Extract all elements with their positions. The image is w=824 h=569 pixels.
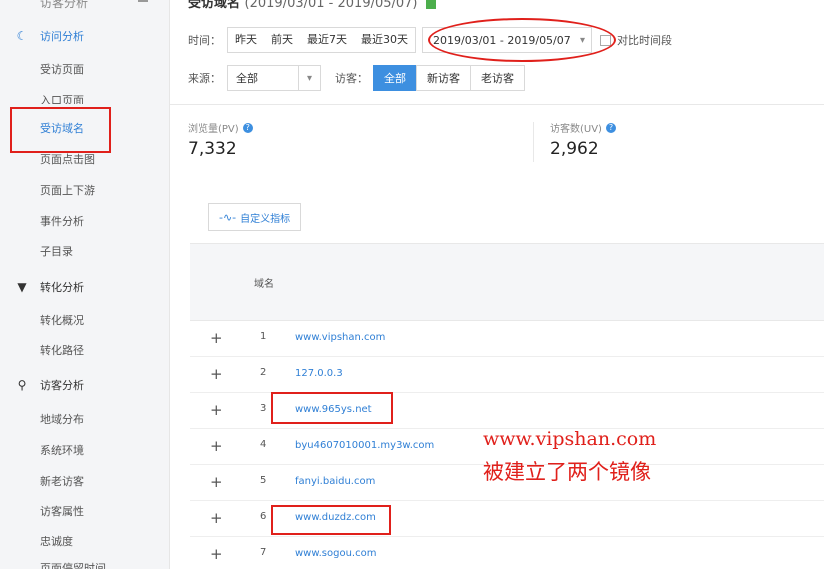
sidebar-item-region[interactable]: 地域分布 — [40, 411, 84, 429]
visitor-returning-button[interactable]: 老访客 — [470, 65, 525, 91]
domain-link[interactable]: www.vipshan.com — [295, 332, 385, 343]
row-index: 5 — [260, 475, 267, 486]
table-row: + 7 www.sogou.com — [190, 537, 824, 569]
metric-label: 浏览量(PV)? — [188, 120, 253, 135]
sidebar-section-conversion[interactable]: ▼ 转化分析 — [14, 277, 84, 297]
domain-link[interactable]: fanyi.baidu.com — [295, 476, 375, 487]
time-option-yesterday[interactable]: 昨天 — [228, 28, 264, 52]
crescent-icon: ☾ — [16, 29, 28, 43]
help-icon[interactable]: ? — [605, 122, 616, 133]
section-label: 访问分析 — [40, 30, 84, 43]
expand-icon[interactable]: + — [210, 474, 223, 490]
highlight-box — [271, 392, 393, 424]
annotation-line1: www.vipshan.com — [483, 428, 657, 450]
expand-icon[interactable]: + — [210, 330, 223, 346]
sidebar-item-new-returning[interactable]: 新老访客 — [40, 473, 84, 491]
expand-icon[interactable]: + — [210, 438, 223, 454]
sidebar-item-dwell-time[interactable]: 页面停留时间 — [40, 560, 106, 569]
sidebar-item-system-env[interactable]: 系统环境 — [40, 442, 84, 460]
page-title-range: (2019/03/01 - 2019/05/07) — [244, 0, 418, 11]
custom-metrics-button[interactable]: -∿- 自定义指标 — [208, 203, 302, 231]
annotation-line2: 被建立了两个镜像 — [483, 460, 651, 484]
compare-label: 对比时间段 — [617, 34, 672, 47]
sidebar-item-visited-pages[interactable]: 受访页面 — [40, 61, 84, 79]
help-icon[interactable]: ? — [242, 122, 253, 133]
source-select[interactable]: 全部 ▾ — [227, 65, 321, 91]
sidebar: 访客分析 ☾ 访问分析 受访页面 入口页面 受访域名 页面点击图 页面上下游 事… — [0, 0, 170, 569]
row-index: 2 — [260, 367, 267, 378]
collapse-icon[interactable] — [138, 0, 148, 2]
funnel-icon: ▼ — [17, 280, 27, 294]
section-label: 转化分析 — [40, 281, 84, 294]
row-index: 1 — [260, 331, 267, 342]
expand-icon[interactable]: + — [210, 402, 223, 418]
time-shortcuts: 昨天 前天 最近7天 最近30天 — [227, 27, 416, 53]
sidebar-item-entry-pages[interactable]: 入口页面 — [40, 92, 84, 104]
metric-label-text: 访客数(UV) — [550, 124, 602, 135]
row-index: 7 — [260, 547, 267, 558]
visitor-all-button[interactable]: 全部 — [373, 65, 417, 91]
time-option-7days[interactable]: 最近7天 — [300, 28, 354, 52]
export-icon[interactable] — [426, 0, 437, 9]
time-label: 时间： — [188, 34, 221, 47]
sidebar-item-loyalty[interactable]: 忠诚度 — [40, 533, 73, 551]
metrics-card: 浏览量(PV)? 7,332 访客数(UV)? 2,962 — [188, 104, 824, 166]
table-row: + 2 127.0.0.3 — [190, 357, 824, 393]
expand-icon[interactable]: + — [210, 546, 223, 562]
metric-value: 7,332 — [188, 139, 237, 159]
expand-icon[interactable]: + — [210, 366, 223, 382]
metric-label-text: 浏览量(PV) — [188, 124, 239, 135]
domain-link[interactable]: 127.0.0.3 — [295, 368, 343, 379]
highlight-box — [10, 107, 111, 153]
sidebar-section-visit-analysis[interactable]: ☾ 访问分析 — [14, 26, 84, 46]
visitor-label: 访客： — [335, 72, 368, 85]
sidebar-item-event-analysis[interactable]: 事件分析 — [40, 213, 84, 231]
table-row: + 1 www.vipshan.com — [190, 321, 824, 357]
main-panel: 受访域名 (2019/03/01 - 2019/05/07) 时间： 昨天 前天… — [170, 0, 824, 569]
expand-icon[interactable]: + — [210, 510, 223, 526]
time-option-30days[interactable]: 最近30天 — [354, 28, 415, 52]
divider — [533, 122, 534, 162]
page-title: 受访域名 (2019/03/01 - 2019/05/07) — [188, 0, 437, 11]
source-value: 全部 — [236, 72, 258, 85]
metric-label: 访客数(UV)? — [550, 120, 616, 135]
chevron-down-icon: ▾ — [298, 66, 320, 90]
visitor-new-button[interactable]: 新访客 — [416, 65, 471, 91]
sidebar-section-visitor-analysis[interactable]: ⚲ 访客分析 — [14, 375, 84, 395]
pulse-icon: -∿- — [219, 210, 237, 224]
highlight-ellipse — [428, 18, 616, 62]
time-option-day-before[interactable]: 前天 — [264, 28, 300, 52]
column-header-domain[interactable]: 域名 — [254, 275, 274, 290]
metric-value: 2,962 — [550, 139, 599, 159]
source-filter-row: 来源： 全部 ▾ 访客： 全部 新访客 老访客 — [188, 65, 525, 91]
domain-link[interactable]: www.sogou.com — [295, 548, 376, 559]
source-label: 来源： — [188, 72, 221, 85]
custom-metrics-label: 自定义指标 — [240, 213, 291, 225]
row-index: 4 — [260, 439, 267, 450]
page-title-text: 受访域名 — [188, 0, 241, 11]
sidebar-item-page-flow[interactable]: 页面上下游 — [40, 182, 95, 200]
sidebar-item-conversion-overview[interactable]: 转化概况 — [40, 312, 84, 330]
sidebar-item-visitor-attributes[interactable]: 访客属性 — [40, 503, 84, 521]
person-icon: ⚲ — [17, 378, 27, 392]
row-index: 3 — [260, 403, 267, 414]
sidebar-item-subdirectory[interactable]: 子目录 — [40, 243, 73, 261]
highlight-box — [271, 505, 391, 535]
section-label: 访客分析 — [40, 379, 84, 392]
sidebar-item-page-clickmap[interactable]: 页面点击图 — [40, 151, 95, 169]
metric-pv: 浏览量(PV)? 7,332 — [188, 120, 253, 159]
table-header: 域名 — [190, 243, 824, 321]
sidebar-top-label[interactable]: 访客分析 — [40, 0, 88, 11]
metric-uv: 访客数(UV)? 2,962 — [550, 120, 616, 159]
sidebar-item-conversion-path[interactable]: 转化路径 — [40, 342, 84, 360]
domain-link[interactable]: byu4607010001.my3w.com — [295, 440, 434, 451]
row-index: 6 — [260, 511, 267, 522]
